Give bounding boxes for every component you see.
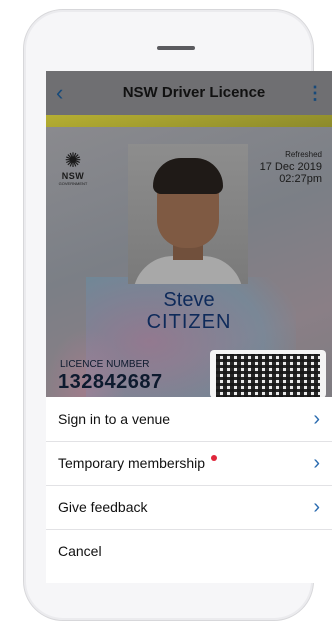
- app-screen: ‹ NSW Driver Licence ⋮ ✺ NSW GOVERNMENT …: [46, 71, 332, 583]
- first-name: Steve: [163, 289, 215, 311]
- licence-number: 132842687: [58, 371, 163, 393]
- refresh-info: Refreshed 17 Dec 2019 02:27pm: [260, 149, 322, 185]
- temporary-membership-text: Temporary membership: [58, 455, 206, 471]
- qr-code-pattern: [216, 354, 320, 398]
- logo-subtext: GOVERNMENT: [58, 181, 88, 186]
- refresh-time: 02:27pm: [279, 173, 322, 185]
- qr-code[interactable]: [210, 350, 326, 398]
- licence-stripe: [46, 115, 332, 127]
- notification-dot: [211, 455, 218, 461]
- refresh-label: Refreshed: [285, 150, 322, 159]
- photo-shirt: [133, 256, 243, 284]
- chevron-right-icon: ›: [313, 452, 320, 474]
- speaker-grille: [157, 46, 195, 50]
- more-options-button[interactable]: ⋮: [306, 81, 324, 105]
- licence-photo: [128, 144, 248, 284]
- sign-in-venue-item[interactable]: Sign in to a venue ›: [46, 397, 332, 442]
- chevron-left-icon: ‹: [56, 80, 64, 105]
- nsw-logo: ✺ NSW GOVERNMENT: [58, 151, 88, 193]
- photo-hair: [153, 158, 223, 194]
- cancel-item[interactable]: Cancel: [46, 529, 332, 573]
- give-feedback-item[interactable]: Give feedback ›: [46, 485, 332, 530]
- refresh-date: 17 Dec 2019: [259, 161, 322, 173]
- top-app-bar: ‹ NSW Driver Licence ⋮: [46, 71, 332, 115]
- licence-number-label: LICENCE NUMBER: [60, 359, 150, 370]
- sign-in-venue-label: Sign in to a venue: [58, 411, 171, 427]
- cancel-label: Cancel: [58, 543, 102, 559]
- page-title: NSW Driver Licence: [122, 84, 266, 101]
- temporary-membership-label: Temporary membership: [58, 441, 218, 485]
- action-sheet: Sign in to a venue › Temporary membershi…: [46, 397, 332, 583]
- give-feedback-label: Give feedback: [58, 499, 148, 515]
- back-button[interactable]: ‹: [56, 80, 78, 106]
- last-name: CITIZEN: [146, 311, 232, 333]
- waratah-icon: ✺: [64, 150, 82, 172]
- chevron-right-icon: ›: [313, 496, 320, 518]
- temporary-membership-item[interactable]: Temporary membership ›: [46, 441, 332, 486]
- kebab-icon: ⋮: [306, 83, 324, 103]
- chevron-right-icon: ›: [313, 408, 320, 430]
- logo-text: NSW: [61, 171, 85, 181]
